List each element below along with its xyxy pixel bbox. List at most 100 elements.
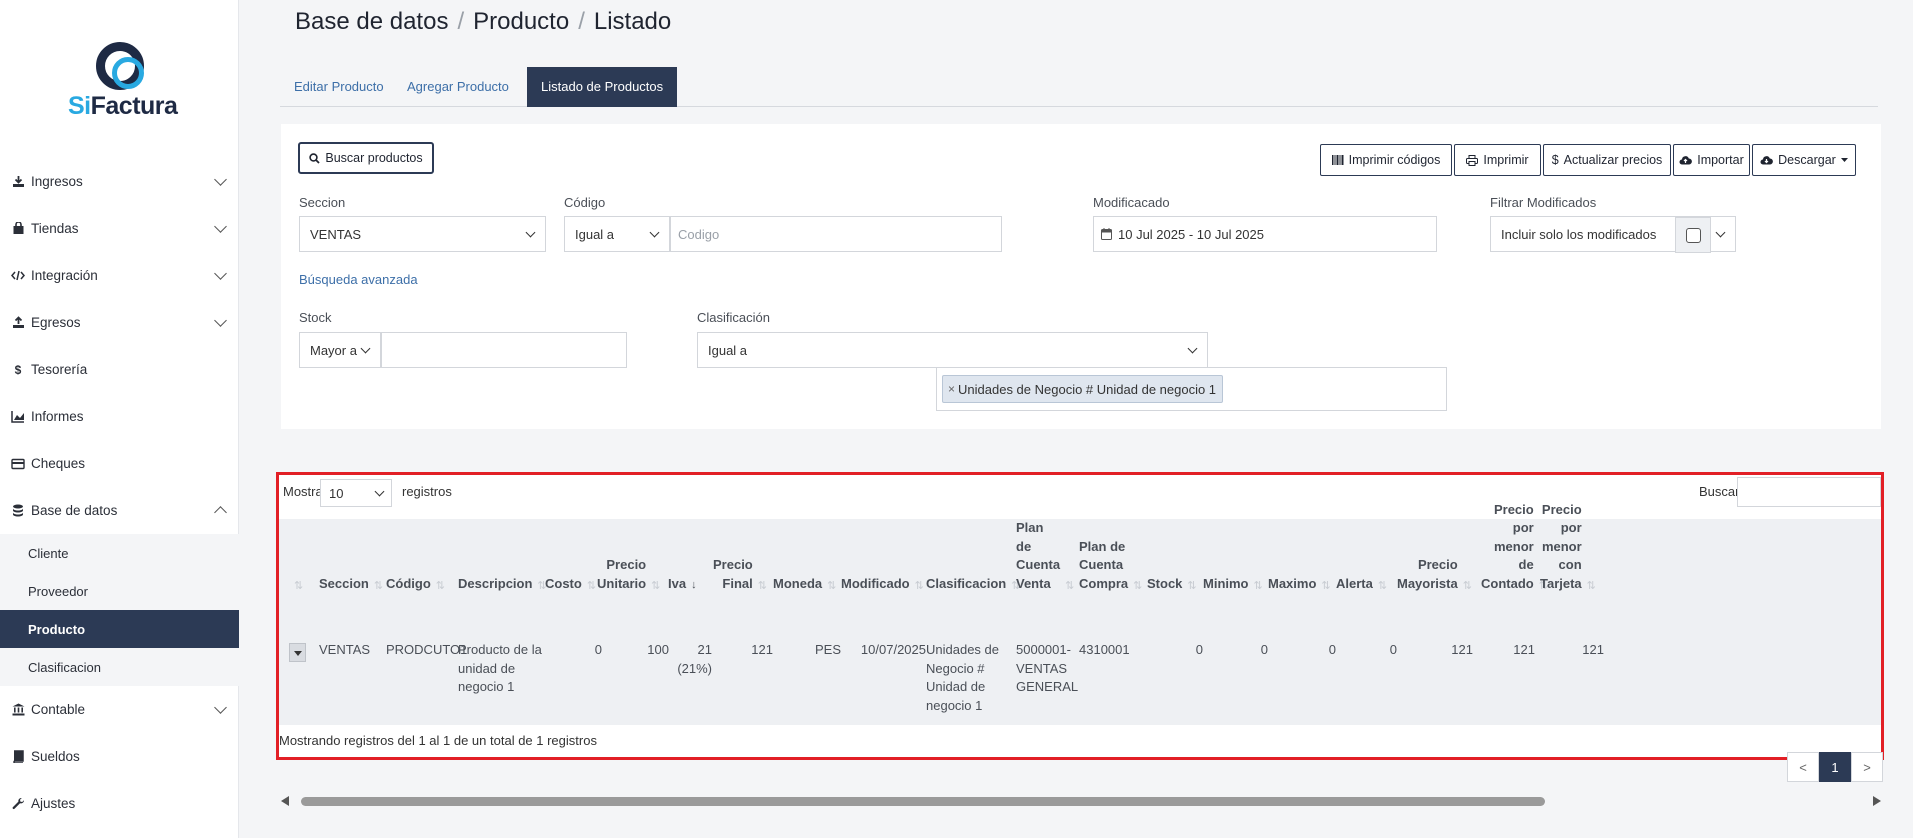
main-content: Base de datos / Producto / Listado Editar Pr… — [239, 0, 1913, 838]
stock-input[interactable] — [381, 332, 627, 368]
column-header[interactable]: Alerta — [1336, 575, 1373, 594]
column-header[interactable]: Plan de Cuenta Venta — [1016, 519, 1060, 593]
upload-icon — [11, 316, 25, 330]
nav-integracion[interactable]: Integración — [0, 252, 239, 299]
sort-icon[interactable]: ⇅ — [1065, 579, 1074, 592]
table-search-input[interactable] — [1737, 477, 1881, 507]
column-header[interactable]: Modificado — [841, 575, 910, 594]
chevron-down-icon — [214, 701, 227, 714]
modificado-label: Modificacado — [1093, 195, 1170, 210]
date-range-value: 10 Jul 2025 - 10 Jul 2025 — [1118, 226, 1264, 242]
stock-operator-select[interactable]: Mayor a — [299, 332, 381, 368]
codigo-input[interactable]: Codigo — [670, 216, 1002, 252]
row-expand-toggle[interactable] — [289, 643, 306, 662]
nav-informes[interactable]: Informes — [0, 393, 239, 440]
table-cell: 0 — [1329, 641, 1336, 660]
nav-ajustes[interactable]: Ajustes — [0, 780, 239, 827]
sort-icon[interactable]: ⇅ — [1587, 579, 1596, 592]
nav-egresos[interactable]: Egresos — [0, 299, 239, 346]
credit-card-icon — [11, 457, 25, 471]
sort-icon[interactable]: ⇅ — [294, 579, 303, 592]
nav-cheques[interactable]: Cheques — [0, 440, 239, 487]
print-button[interactable]: Imprimir — [1454, 144, 1541, 176]
sort-icon[interactable]: ⇅ — [1463, 579, 1472, 592]
tab-editar-producto[interactable]: Editar Producto — [280, 67, 398, 107]
breadcrumb-base-de-datos[interactable]: Base de datos — [295, 8, 448, 35]
import-button[interactable]: Importar — [1673, 144, 1750, 176]
modified-checkbox[interactable] — [1675, 217, 1711, 253]
column-header[interactable]: Moneda — [773, 575, 822, 594]
column-header-line: menor — [1493, 538, 1534, 554]
pagination-page-1[interactable]: 1 — [1819, 752, 1851, 782]
column-header[interactable]: Seccion — [319, 575, 369, 594]
update-prices-button[interactable]: $ Actualizar precios — [1543, 144, 1671, 176]
sort-icon[interactable]: ⇅ — [374, 579, 383, 592]
sort-icon[interactable]: ⇅ — [587, 579, 596, 592]
breadcrumb-producto[interactable]: Producto — [473, 8, 569, 35]
print-codes-button[interactable]: Imprimir códigos — [1320, 144, 1452, 176]
sort-icon[interactable]: ⇅ — [915, 579, 924, 592]
pagination-prev[interactable]: < — [1787, 752, 1819, 782]
scroll-thumb[interactable] — [301, 797, 1545, 806]
page-size-select[interactable]: 10 — [320, 479, 392, 507]
column-header[interactable]: Plan de Cuenta Compra — [1079, 538, 1128, 594]
nav-sub-proveedor[interactable]: Proveedor — [0, 572, 239, 610]
codigo-label: Código — [564, 195, 606, 210]
sort-icon[interactable]: ⇅ — [436, 579, 445, 592]
nav-tesoreria[interactable]: $ Tesorería — [0, 346, 239, 393]
sort-icon[interactable]: ⇅ — [1321, 579, 1330, 592]
download-dropdown-button[interactable]: Descargar — [1752, 144, 1856, 176]
table-cell: 121 — [1451, 641, 1473, 660]
column-header[interactable]: Costo — [545, 575, 582, 594]
codigo-operator-select[interactable]: Igual a — [564, 216, 670, 252]
advanced-search-link[interactable]: Búsqueda avanzada — [299, 272, 418, 287]
sort-icon[interactable]: ⇅ — [1254, 579, 1263, 592]
nav-sueldos[interactable]: Sueldos — [0, 733, 239, 780]
sort-icon[interactable]: ⇅ — [1378, 579, 1387, 592]
clasificacion-label: Clasificación — [697, 310, 770, 325]
column-header[interactable]: Precio Mayorista — [1397, 556, 1458, 593]
column-header[interactable]: Clasificacion — [926, 575, 1006, 594]
tab-agregar-producto[interactable]: Agregar Producto — [393, 67, 523, 107]
column-header[interactable]: Descripcion — [458, 575, 532, 594]
column-header[interactable]: Precio Unitario — [597, 556, 646, 593]
update-prices-label: Actualizar precios — [1563, 153, 1663, 167]
sort-icon[interactable]: ⇅ — [651, 579, 660, 592]
column-header[interactable]: Iva — [668, 575, 686, 594]
pagination-next[interactable]: > — [1851, 752, 1883, 782]
nav-contable[interactable]: Contable — [0, 686, 239, 733]
sifactura-logo[interactable]: SiFactura — [64, 40, 178, 120]
nav-ingresos[interactable]: Ingresos — [0, 158, 239, 205]
column-header[interactable]: Precio por menor de Contado — [1481, 501, 1534, 594]
column-header[interactable]: Maximo — [1268, 575, 1316, 594]
column-header[interactable]: Precio por menor con Tarjeta — [1540, 501, 1582, 594]
scroll-left-arrow-icon[interactable] — [281, 796, 289, 806]
column-header[interactable]: Stock — [1147, 575, 1182, 594]
search-products-button[interactable]: Buscar productos — [298, 142, 434, 174]
sort-icon[interactable]: ⇅ — [1187, 579, 1196, 592]
column-header-line: por — [1560, 520, 1582, 535]
sort-icon[interactable]: ⇅ — [827, 579, 836, 592]
column-header[interactable]: Precio Final — [713, 556, 753, 593]
seccion-select[interactable]: VENTAS — [299, 216, 546, 252]
column-header[interactable]: Código — [386, 575, 431, 594]
clasificacion-tag-input[interactable]: × Unidades de Negocio # Unidad de negoci… — [936, 367, 1447, 411]
column-header-line: Clasificacion — [926, 575, 1007, 591]
tag-remove-icon[interactable]: × — [948, 382, 955, 396]
tab-listado-productos[interactable]: Listado de Productos — [527, 67, 678, 107]
nav-base-de-datos[interactable]: Base de datos — [0, 487, 239, 534]
scroll-right-arrow-icon[interactable] — [1873, 796, 1881, 806]
column-header-line: Mayorista — [1397, 575, 1458, 591]
nav-sub-cliente[interactable]: Cliente — [0, 534, 239, 572]
sort-icon[interactable]: ⇅ — [1133, 579, 1142, 592]
clasificacion-operator-select[interactable]: Igual a — [697, 332, 1208, 368]
nav-tiendas[interactable]: Tiendas — [0, 205, 239, 252]
sort-icon[interactable]: ↓ — [691, 579, 697, 591]
table-cell: VENTAS — [319, 641, 370, 660]
nav-sub-producto[interactable]: Producto — [0, 610, 239, 648]
date-range-input[interactable]: 10 Jul 2025 - 10 Jul 2025 — [1093, 216, 1437, 252]
nav-sub-clasificacion[interactable]: Clasificacion — [0, 648, 239, 686]
horizontal-scrollbar[interactable] — [281, 793, 1881, 809]
sort-icon[interactable]: ⇅ — [758, 579, 767, 592]
column-header[interactable]: Minimo — [1203, 575, 1249, 594]
